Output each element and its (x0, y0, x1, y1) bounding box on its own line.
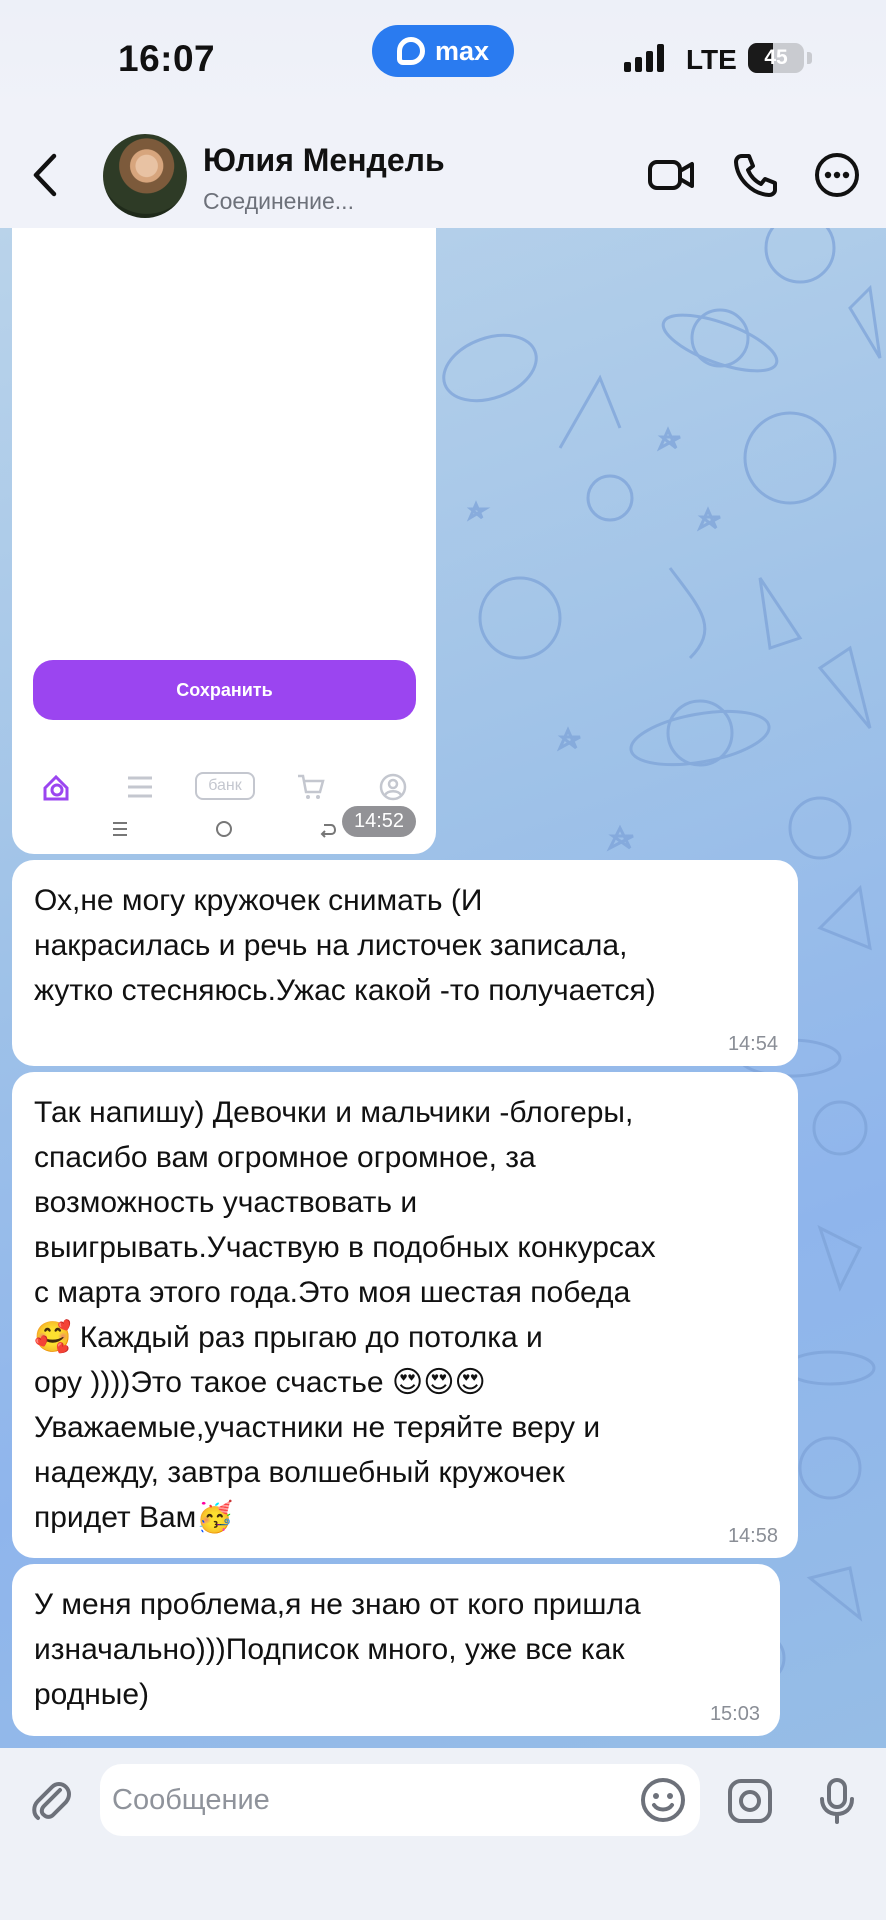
chat-area[interactable]: Сохранить банк 14:52 Ох,не могу кружочек… (0, 228, 886, 1748)
screenshot-bank-tag: банк (195, 772, 255, 800)
screenshot-save-button: Сохранить (33, 660, 416, 720)
screenshot-profile-icon (379, 773, 407, 801)
battery-level: 45 (764, 46, 788, 69)
max-app-badge[interactable]: max (372, 25, 514, 77)
message-input[interactable]: Сообщение (100, 1764, 700, 1836)
battery-cap (807, 52, 812, 64)
message-time: 15:03 (709, 1703, 760, 1725)
video-call-icon[interactable] (646, 150, 696, 200)
status-bar: 16:07 max LTE 45 (0, 0, 886, 120)
contact-status: Соединение... (203, 188, 354, 214)
message-placeholder: Сообщение (112, 1784, 270, 1816)
message-bubble[interactable]: Так напишу) Девочки и мальчики -блогеры,… (12, 1072, 798, 1558)
back-icon[interactable] (26, 150, 66, 200)
phone-icon[interactable] (730, 150, 780, 200)
avatar[interactable] (103, 134, 187, 218)
message-time: 14:58 (727, 1525, 778, 1547)
image-message[interactable]: Сохранить банк 14:52 (12, 228, 436, 854)
screenshot-recents-icon (113, 822, 127, 836)
camera-icon[interactable] (725, 1776, 775, 1826)
status-time: 16:07 (118, 38, 216, 79)
screenshot-menu-icon (128, 776, 152, 798)
contact-name[interactable]: Юлия Мендель (203, 142, 445, 179)
message-time: 14:54 (727, 1033, 778, 1055)
screenshot-nav-home-icon (216, 821, 232, 837)
more-icon[interactable] (812, 150, 862, 200)
max-app-label: max (434, 35, 490, 66)
screenshot-cart-icon (298, 774, 325, 799)
chat-header: Юлия Мендель Соединение... (0, 120, 886, 228)
message-text: У меня проблема,я не знаю от кого пришла… (34, 1588, 641, 1711)
attach-icon[interactable] (26, 1776, 76, 1826)
max-logo-icon (396, 37, 425, 65)
screenshot-home-icon (43, 774, 69, 801)
screenshot-nav-back-icon (320, 824, 337, 838)
input-bar: Сообщение (0, 1748, 886, 1920)
microphone-icon[interactable] (812, 1776, 862, 1826)
network-type: LTE (686, 44, 737, 75)
emoji-icon[interactable] (638, 1775, 688, 1825)
message-bubble[interactable]: У меня проблема,я не знаю от кого пришла… (12, 1564, 780, 1736)
message-text: Так напишу) Девочки и мальчики -блогеры,… (34, 1096, 656, 1534)
message-time: 14:52 (342, 806, 417, 837)
screenshot-tabbar: банк (12, 758, 436, 801)
message-bubble[interactable]: Ох,не могу кружочек снимать (И накрасила… (12, 860, 798, 1066)
message-text: Ох,не могу кружочек снимать (И накрасила… (34, 884, 656, 1007)
battery-icon: 45 (748, 43, 804, 73)
signal-icon (624, 44, 664, 72)
